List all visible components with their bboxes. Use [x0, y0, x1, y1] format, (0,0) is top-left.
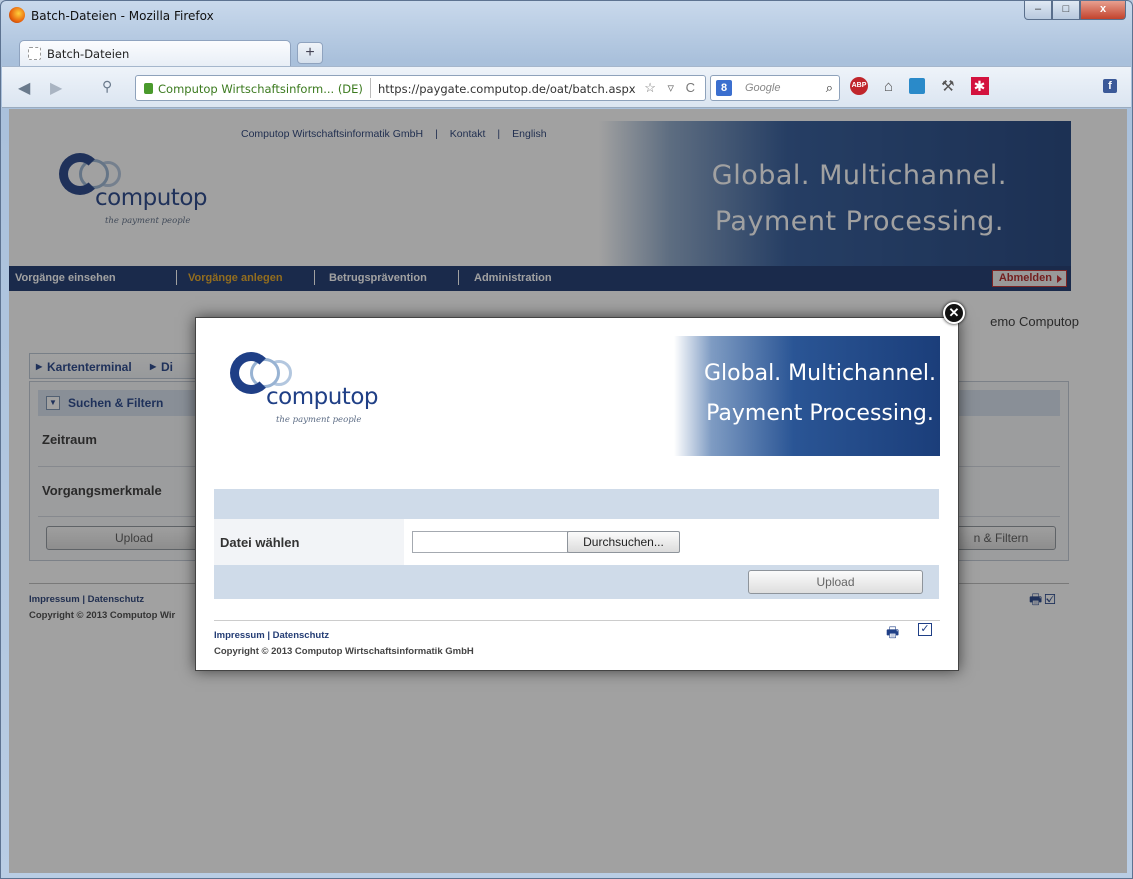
home-icon[interactable]: ⌂	[884, 78, 893, 95]
tab-label: Batch-Dateien	[47, 47, 130, 61]
maximize-button[interactable]: □	[1052, 1, 1080, 20]
dialog-slogan: Global. Multichannel. Payment Processing…	[704, 361, 936, 426]
search-engine-icon[interactable]: 8	[716, 80, 732, 96]
browser-tab[interactable]: Batch-Dateien	[19, 40, 291, 66]
browse-button[interactable]: Durchsuchen...	[567, 531, 680, 553]
window-title: Batch-Dateien - Mozilla Firefox	[31, 9, 214, 23]
close-button[interactable]: x	[1080, 1, 1126, 20]
lock-icon	[144, 83, 153, 94]
dialog-header: Global. Multichannel. Payment Processing…	[214, 332, 940, 456]
print-icon[interactable]: 🖶	[886, 622, 899, 646]
file-row: Datei wählen Durchsuchen...	[214, 519, 939, 565]
dialog-footer-links[interactable]: Impressum | Datenschutz	[214, 630, 329, 641]
forward-button[interactable]: ▶	[50, 78, 62, 98]
page-viewport: Global. Multichannel. Payment Processing…	[9, 109, 1127, 873]
dialog-banner-image: Global. Multichannel. Payment Processing…	[674, 336, 940, 456]
identity-icon[interactable]: ⚲	[102, 78, 112, 95]
addon-icon[interactable]: ✱	[970, 77, 989, 95]
page-icon	[28, 47, 41, 60]
site-identity[interactable]: Computop Wirtschaftsinform... (DE)	[158, 82, 363, 96]
browser-window: Batch-Dateien - Mozilla Firefox – □ x Ba…	[0, 0, 1133, 879]
bookmark-star-icon[interactable]: ☆ ▿ C	[644, 80, 699, 96]
check-icon[interactable]: ✓	[918, 623, 932, 636]
dialog-logo: computop the payment people	[230, 352, 410, 432]
screenshot-icon[interactable]	[909, 78, 926, 94]
firefox-icon	[9, 7, 25, 23]
search-bar[interactable]: 8 Google ⌕	[710, 75, 840, 101]
title-bar: Batch-Dateien - Mozilla Firefox – □ x	[1, 1, 1132, 33]
url-bar[interactable]: Computop Wirtschaftsinform... (DE) https…	[135, 75, 706, 101]
url-text[interactable]: https://paygate.computop.de/oat/batch.as…	[378, 82, 636, 96]
adblock-icon[interactable]: ABP	[850, 77, 868, 95]
file-path-input[interactable]	[412, 531, 568, 553]
minimize-button[interactable]: –	[1024, 1, 1052, 20]
search-icon[interactable]: ⌕	[826, 80, 833, 96]
close-dialog-icon[interactable]: ✕	[943, 302, 965, 324]
tools-icon[interactable]: ⚒	[941, 77, 954, 95]
upload-dialog: Global. Multichannel. Payment Processing…	[195, 317, 959, 671]
file-label: Datei wählen	[214, 519, 405, 565]
upload-button[interactable]: Upload	[748, 570, 923, 594]
new-tab-button[interactable]: +	[297, 42, 323, 64]
facebook-icon[interactable]: f	[1103, 79, 1117, 93]
back-button[interactable]: ◀	[18, 78, 30, 98]
search-input[interactable]: Google	[745, 82, 780, 94]
navigation-toolbar: ◀ ▶ ⚲ Computop Wirtschaftsinform... (DE)…	[2, 66, 1131, 108]
dialog-copyright: Copyright © 2013 Computop Wirtschaftsinf…	[214, 646, 474, 657]
